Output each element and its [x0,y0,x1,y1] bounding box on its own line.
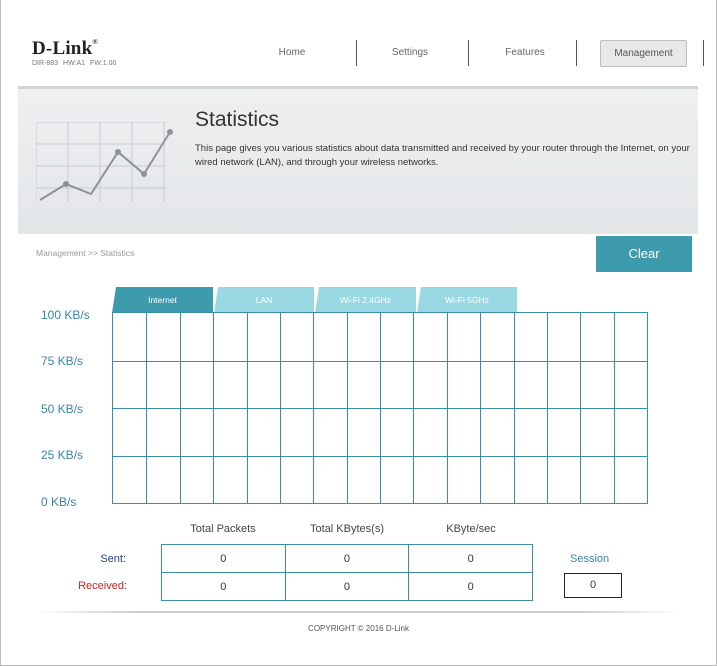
banner-top-border [18,86,698,89]
grid-horizontal-line [113,361,647,362]
nav-settings[interactable]: Settings [380,47,440,58]
nav-management[interactable]: Management [600,40,687,67]
hw-label: HW:A1 [63,60,86,67]
fw-label: FW:1.00 [90,60,117,67]
y-axis-label: 100 KB/s [41,308,90,322]
sent-total-kbytes: 0 [284,544,410,573]
received-total-packets: 0 [161,572,286,601]
grid-horizontal-line [113,456,647,457]
copyright-text: COPYRIGHT © 2016 D-Link [308,624,409,633]
clear-button[interactable]: Clear [596,236,692,272]
column-header-kbyte-per-sec: KByte/sec [446,523,496,535]
y-axis-label: 50 KB/s [41,402,84,416]
grid-horizontal-line [113,408,647,409]
nav-divider [703,40,704,66]
table-row-sent: 0 0 0 [161,544,533,573]
device-info: DIR-883 HW:A1 FW:1.00 [32,60,116,67]
received-total-kbytes: 0 [284,572,410,601]
nav-divider [468,40,469,66]
traffic-graph-grid [112,312,648,504]
session-value: 0 [564,573,622,598]
sent-kbyte-per-sec: 0 [408,544,533,573]
nav-divider [356,40,357,66]
tab-internet[interactable]: Internet [112,287,213,313]
column-header-total-packets: Total Packets [190,523,256,535]
statistics-chart-icon [36,122,173,202]
column-header-total-kbytes: Total KBytes(s) [310,523,384,535]
statistics-table: 0 0 0 0 0 0 [161,544,533,601]
table-row-received: 0 0 0 [161,572,533,601]
footer-divider [36,611,681,613]
tab-wifi-5ghz[interactable]: Wi-Fi 5GHz [417,287,517,313]
dlink-logo[interactable]: D-Link® [32,38,98,60]
breadcrumb: Management >> Statistics [36,248,135,258]
sent-total-packets: 0 [161,544,286,573]
model-label: DIR-883 [32,60,59,67]
page-title: Statistics [195,108,280,131]
sent-label: Sent: [100,553,126,565]
received-label: Received: [78,580,127,592]
y-axis-label: 0 KB/s [41,495,77,509]
y-axis-label: 75 KB/s [41,354,84,368]
page-description: This page gives you various statistics a… [195,143,690,168]
nav-home[interactable]: Home [264,47,320,58]
tab-lan[interactable]: LAN [214,287,314,313]
nav-features[interactable]: Features [495,47,555,58]
nav-divider [576,40,577,66]
received-kbyte-per-sec: 0 [408,572,533,601]
session-label: Session [570,553,610,565]
tab-wifi-24ghz[interactable]: Wi-Fi 2.4GHz [315,287,416,313]
y-axis-label: 25 KB/s [41,448,84,462]
